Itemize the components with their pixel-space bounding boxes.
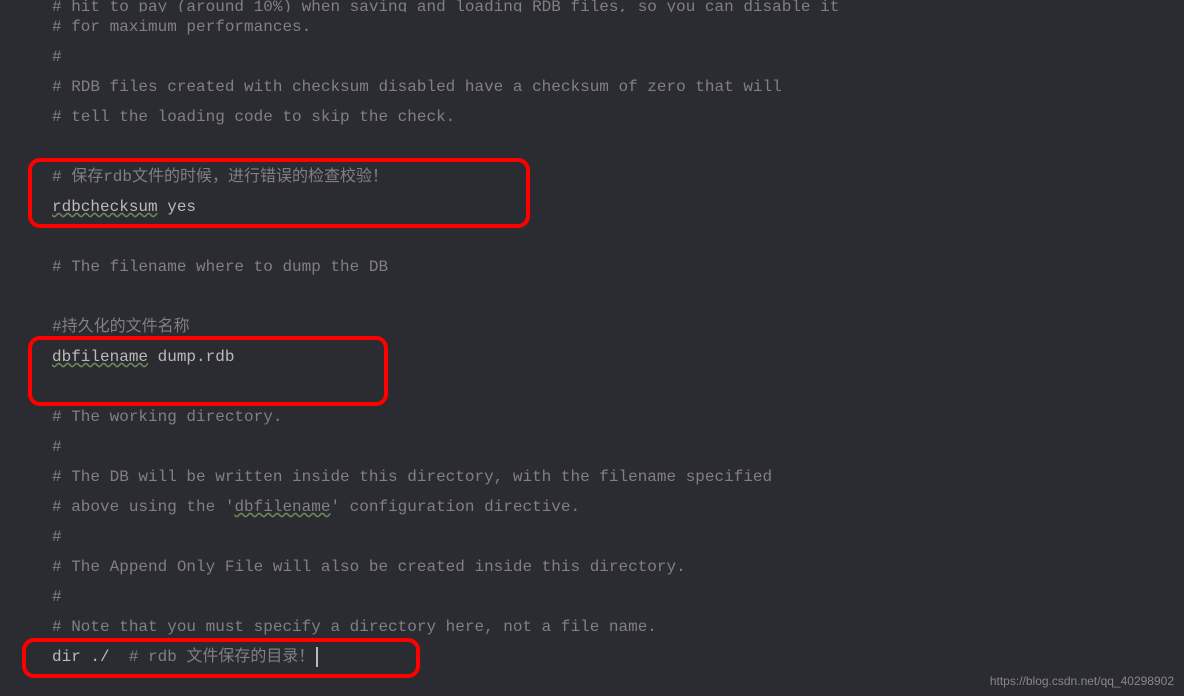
comment-text: # for maximum performances. [52,12,311,42]
text-cursor [316,647,318,667]
comment-text: # Note that you must specify a directory… [52,612,657,642]
code-line: # The working directory. [52,402,1184,432]
comment-text: # above using the 'dbfilename' configura… [52,492,580,522]
comment-text: # [52,522,62,552]
config-directive: dir ./ [52,642,129,672]
empty-line [52,222,1184,252]
inline-comment: # rdb 文件保存的目录！ [129,642,315,672]
code-line: # tell the loading code to skip the chec… [52,102,1184,132]
code-line: # for maximum performances. [52,12,1184,42]
empty-line [52,372,1184,402]
code-line: dir ./ # rdb 文件保存的目录！ [52,642,1184,672]
comment-text: # The filename where to dump the DB [52,252,388,282]
code-line: dbfilename dump.rdb [52,342,1184,372]
code-line: # Note that you must specify a directory… [52,612,1184,642]
comment-text: # The DB will be written inside this dir… [52,462,772,492]
empty-line [52,282,1184,312]
code-line: rdbchecksum yes [52,192,1184,222]
comment-text: # tell the loading code to skip the chec… [52,102,455,132]
comment-text: # RDB files created with checksum disabl… [52,72,782,102]
code-line: # 保存rdb文件的时候，进行错误的检查校验！ [52,162,1184,192]
code-line: # above using the 'dbfilename' configura… [52,492,1184,522]
comment-text: # 保存rdb文件的时候，进行错误的检查校验！ [52,162,388,192]
code-line: # hit to pay (around 10%) when saving an… [52,0,1184,12]
comment-text: #持久化的文件名称 [52,312,190,342]
code-line: # The Append Only File will also be crea… [52,552,1184,582]
comment-text: # [52,582,62,612]
comment-text: # hit to pay (around 10%) when saving an… [52,0,839,12]
code-editor[interactable]: # hit to pay (around 10%) when saving an… [0,0,1184,672]
code-line: # [52,522,1184,552]
code-line: # The filename where to dump the DB [52,252,1184,282]
comment-text: # [52,432,62,462]
code-line: #持久化的文件名称 [52,312,1184,342]
comment-text: # [52,42,62,72]
empty-line [52,132,1184,162]
comment-text: # The Append Only File will also be crea… [52,552,686,582]
code-line: # The DB will be written inside this dir… [52,462,1184,492]
config-directive: rdbchecksum yes [52,192,196,222]
comment-text: # The working directory. [52,402,282,432]
code-line: # [52,42,1184,72]
watermark-text: https://blog.csdn.net/qq_40298902 [990,674,1174,688]
code-line: # RDB files created with checksum disabl… [52,72,1184,102]
code-line: # [52,582,1184,612]
code-line: # [52,432,1184,462]
config-directive: dbfilename dump.rdb [52,342,234,372]
